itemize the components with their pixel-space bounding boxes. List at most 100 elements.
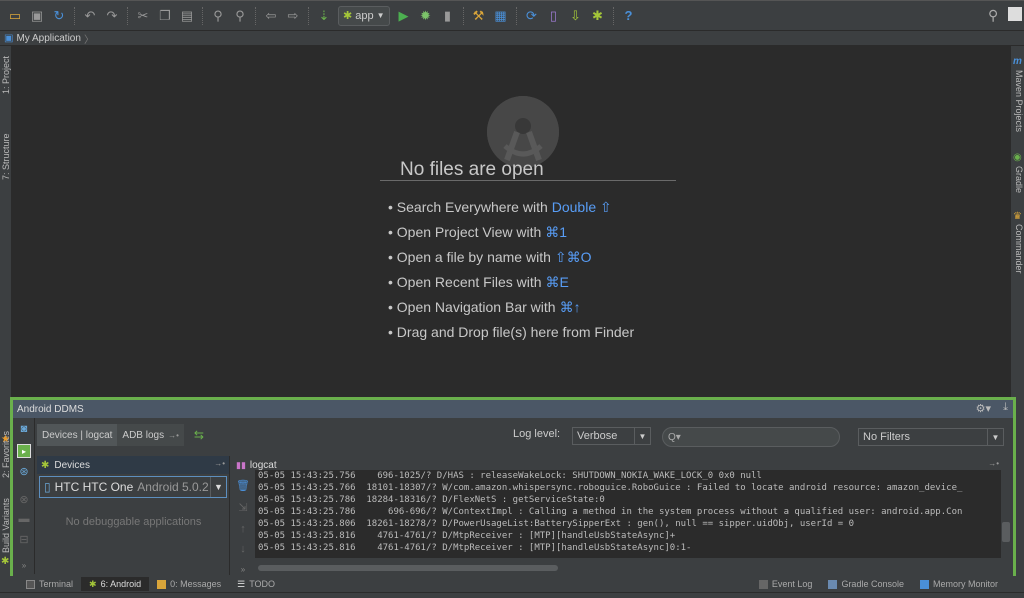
open-folder-icon[interactable]: ▭ [5,6,25,26]
restart-icon[interactable]: ⇆ [194,428,204,442]
ddms-title: Android DDMS [17,403,84,415]
sync-icon[interactable]: ↻ [49,6,69,26]
maven-icon: m [1013,56,1022,67]
filter-dropdown[interactable]: No Filters ▼ [858,428,1004,446]
tab-commander[interactable]: Commander [1014,224,1024,274]
separator [612,6,614,25]
paste-icon[interactable]: ▤ [177,6,197,26]
memory-monitor-icon [919,579,929,589]
scroll-to-end-icon[interactable]: ⇲ [236,500,250,514]
editor-area: No files are open • Search Everywhere wi… [12,46,1010,396]
android-studio-logo-icon [487,96,559,168]
tab-structure[interactable]: 7: Structure [1,133,11,180]
find-icon[interactable]: ⚲ [208,6,228,26]
up-arrow-icon[interactable]: ↑ [236,522,250,536]
pin-icon[interactable]: →• [988,459,999,468]
separator [515,6,517,25]
undo-icon[interactable]: ↶ [80,6,100,26]
settings-icon[interactable]: ⚒ [469,6,489,26]
run-configuration-dropdown[interactable]: ✱ app ▼ [338,5,390,26]
chevron-down-icon: ▼ [376,11,385,20]
system-info-icon[interactable]: ⊛ [17,464,31,478]
tip-open-file: • Open a file by name with ⇧⌘O [388,249,592,265]
tab-label: TODO [249,579,276,589]
breadcrumb: ▣ My Application 〉 [0,31,1024,46]
save-icon[interactable]: ▣ [27,6,47,26]
tip-text: Drag and Drop file(s) here from Finder [396,324,635,340]
divider [380,180,676,181]
tab-adb-logs[interactable]: ADB logs →• [117,424,184,446]
device-os: Android 5.0.2 [137,480,209,494]
copy-icon[interactable]: ❐ [155,6,175,26]
tip-text: Open Navigation Bar with [396,299,556,315]
screen-record-icon[interactable]: ▬ [17,512,31,526]
replace-icon[interactable]: ⚲ [230,6,250,26]
tab-project[interactable]: 1: Project [1,56,11,94]
separator [255,6,256,25]
android-icon: ✱ [343,10,353,22]
sync-gradle-icon[interactable]: ⟳ [522,6,542,26]
help-icon[interactable]: ? [619,6,639,26]
tab-event-log[interactable]: Event Log [751,577,821,591]
devices-panel: ✱ Devices →• ▯ HTC HTC One Android 5.0.2… [37,456,230,575]
redo-icon[interactable]: ↷ [102,6,122,26]
separator [202,6,203,25]
project-tab-label: 1: Project [1,55,11,94]
tab-todo[interactable]: ☰ TODO [229,577,283,591]
make-project-icon[interactable]: ⇣ [314,6,334,26]
commander-tab-label: Commander [1014,224,1024,274]
breadcrumb-project[interactable]: My Application [16,33,80,44]
cut-icon[interactable]: ✂ [133,6,153,26]
logcat-output[interactable]: 05-05 15:43:25.756 696-1025/? D/HAS : re… [255,470,1001,558]
search-everywhere-icon[interactable]: ⚲ [988,7,998,24]
chevron-down-icon: ▼ [634,428,650,444]
project-structure-icon[interactable]: ▦ [491,6,511,26]
more-icon[interactable]: » [236,562,250,576]
forward-icon[interactable]: ⇨ [283,6,303,26]
chevron-down-icon: ▼ [210,477,226,497]
log-level-label: Log level: [513,428,561,440]
tab-memory-monitor[interactable]: Memory Monitor [912,577,1006,591]
terminate-app-icon[interactable]: ⊗ [17,492,31,506]
chevron-right-icon: 〉 [83,34,94,46]
tab-gradle-console[interactable]: Gradle Console [820,577,912,591]
screen-capture-icon[interactable]: ◙ [17,422,31,436]
avd-manager-icon[interactable]: ▯ [544,6,564,26]
tab-gradle[interactable]: Gradle [1014,166,1024,193]
more-icon[interactable]: » [17,558,31,572]
clear-logcat-icon[interactable]: 🗑 [236,478,250,492]
record-icon[interactable]: ▸ [17,444,31,458]
ddms-title-bar: Android DDMS ⚙▾ ⤓ [13,400,1013,418]
tab-terminal[interactable]: Terminal [18,577,81,591]
sdk-manager-icon[interactable]: ⇩ [566,6,586,26]
logcat-title: logcat [249,459,277,471]
log-line: 05-05 15:43:25.816 4761-4761/? D/MtpRece… [258,531,676,541]
device-selector[interactable]: ▯ HTC HTC One Android 5.0.2 ▼ [39,476,227,498]
log-line: 05-05 15:43:25.786 696-696/? W/ContextIm… [258,507,963,517]
back-icon[interactable]: ⇦ [261,6,281,26]
log-line: 05-05 15:43:25.786 18284-18316/? D/FlexN… [258,495,605,505]
project-icon: ▣ [4,32,14,44]
tab-messages[interactable]: 0: Messages [149,577,229,591]
logcat-search-input[interactable]: Q▾ [662,427,840,447]
vertical-scrollbar[interactable] [1002,522,1010,542]
hide-panel-icon[interactable]: ⤓ [1003,401,1008,414]
log-line: 05-05 15:43:25.766 18101-18307/? W/com.a… [258,483,963,493]
tab-android[interactable]: ✱ 6: Android [81,577,150,591]
horizontal-scrollbar[interactable] [258,565,558,571]
pin-icon[interactable]: →• [214,459,225,468]
debug-icon[interactable]: ✹ [416,6,436,26]
tab-maven-projects[interactable]: Maven Projects [1014,70,1024,132]
down-arrow-icon[interactable]: ↓ [236,542,250,556]
logcat-icon: ▮▮ [236,459,246,470]
phone-icon: ▯ [44,480,51,494]
log-level-dropdown[interactable]: Verbose ▼ [572,427,651,445]
tab-devices-logcat[interactable]: Devices | logcat [37,424,118,446]
user-avatar-icon[interactable] [1008,7,1022,21]
android-device-monitor-icon[interactable]: ✱ [588,6,608,26]
log-line: 05-05 15:43:25.816 4761-4761/? D/MtpRece… [258,543,692,553]
run-icon[interactable]: ▶ [394,6,414,26]
settings-gear-icon[interactable]: ⚙▾ [976,402,991,415]
layout-inspector-icon[interactable]: ⊟ [17,532,31,546]
attach-debugger-icon[interactable]: ▮ [438,6,458,26]
